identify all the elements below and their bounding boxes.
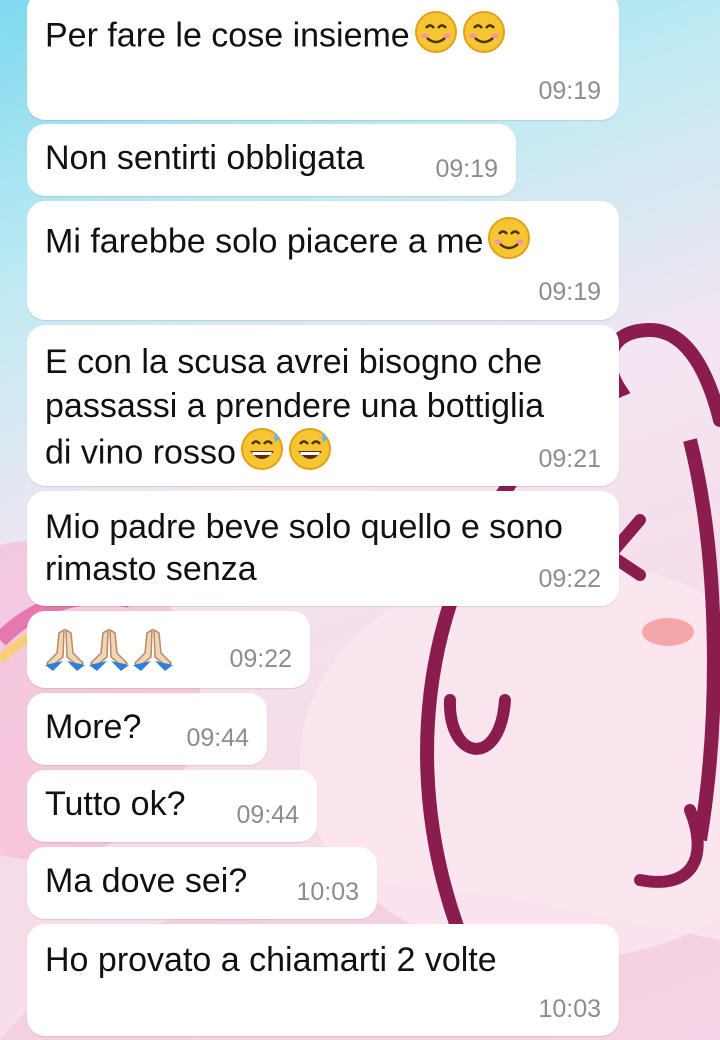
message-timestamp: 09:19 (538, 77, 601, 105)
message-timestamp: 09:44 (186, 724, 249, 752)
message-text: Mi farebbe solo piacere a me (45, 216, 531, 271)
message-bubble[interactable]: Mio padre beve solo quello e sono rimast… (27, 491, 619, 606)
message-bubble[interactable]: Non sentirti obbligata 09:19 (27, 124, 516, 196)
message-text-line: Mio padre beve solo quello e sono (45, 508, 563, 546)
message-text-line: E con la scusa avrei bisogno che (45, 343, 543, 381)
message-bubble[interactable]: 09:22 (27, 611, 310, 688)
grinning-sweat-face-icon (288, 427, 332, 482)
message-timestamp: 09:19 (538, 278, 601, 306)
message-list: Per fare le cose insieme 09:19 Non senti… (0, 0, 720, 1040)
message-bubble[interactable]: Per fare le cose insieme 09:19 (27, 0, 619, 120)
message-timestamp: 09:22 (229, 645, 292, 673)
message-bubble[interactable]: Ma dove sei? 10:03 (27, 847, 377, 919)
message-text: di vino rosso (45, 427, 332, 482)
smiling-face-icon (414, 10, 458, 65)
message-text: Per fare le cose insieme (45, 10, 506, 65)
message-bubble[interactable]: Mi farebbe solo piacere a me 09:19 (27, 201, 619, 320)
smiling-face-icon (487, 216, 531, 271)
message-bubble[interactable]: Ho provato a chiamarti 2 volte 10:03 (27, 924, 619, 1036)
message-text: Ho provato a chiamarti 2 volte (45, 941, 497, 979)
smiling-face-icon (462, 10, 506, 65)
message-bubble[interactable]: More? 09:44 (27, 693, 267, 765)
folded-hands-icon (87, 627, 131, 682)
message-text: More? (45, 708, 142, 746)
message-bubble[interactable]: E con la scusa avrei bisogno che passass… (27, 325, 619, 486)
folded-hands-icon (131, 627, 175, 682)
message-text-line: rimasto senza (45, 550, 257, 588)
message-emoji-row (43, 627, 175, 682)
message-timestamp: 09:19 (435, 155, 498, 183)
grinning-sweat-face-icon (240, 427, 284, 482)
folded-hands-icon (43, 627, 87, 682)
message-timestamp: 09:22 (538, 565, 601, 593)
message-text: Tutto ok? (45, 785, 186, 823)
message-timestamp: 09:21 (538, 445, 601, 473)
message-text-line: passassi a prendere una bottiglia (45, 387, 544, 425)
message-bubble[interactable]: Tutto ok? 09:44 (27, 770, 317, 842)
message-timestamp: 10:03 (296, 878, 359, 906)
message-text: Non sentirti obbligata (45, 139, 365, 177)
message-text: Ma dove sei? (45, 862, 248, 900)
message-timestamp: 09:44 (236, 801, 299, 829)
message-timestamp: 10:03 (538, 995, 601, 1023)
